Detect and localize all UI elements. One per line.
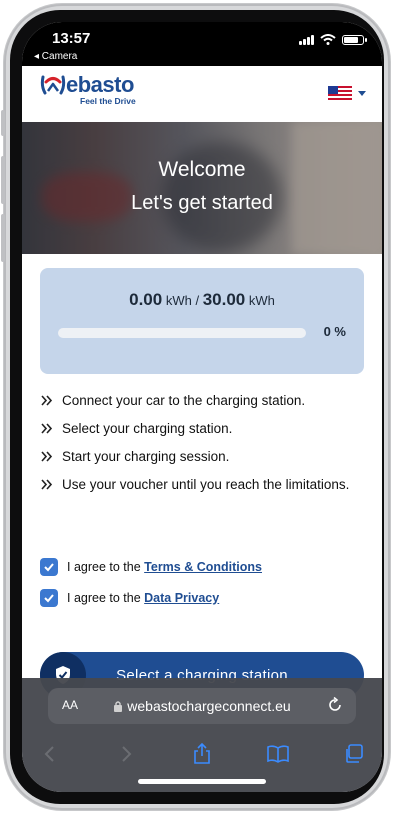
energy-card: 0.00 kWh / 30.00 kWh 0 % (40, 268, 364, 374)
step-text: Connect your car to the charging station… (62, 393, 306, 408)
url-text: webastochargeconnect.eu (127, 698, 291, 714)
volume-up-button (1, 156, 5, 204)
terms-agreement: I agree to the Terms & Conditions (40, 558, 262, 576)
list-item: Connect your car to the charging station… (40, 390, 350, 411)
energy-used-unit: kWh (165, 293, 192, 308)
energy-limit: 30.00 (202, 290, 246, 309)
clock: 13:57 (52, 30, 91, 47)
volume-down-button (1, 214, 5, 262)
share-icon[interactable] (190, 742, 214, 766)
energy-progress-bar (58, 328, 306, 338)
step-text: Select your charging station. (62, 421, 233, 436)
terms-prefix: I agree to the (67, 560, 141, 574)
cellular-signal-icon (299, 34, 314, 45)
checkmark-icon (44, 563, 54, 572)
battery-icon (342, 34, 367, 45)
privacy-prefix: I agree to the (67, 591, 141, 605)
status-bar: 13:57 ◂ Camera (22, 22, 382, 66)
lock-icon (114, 701, 123, 712)
language-selector[interactable] (328, 86, 366, 100)
brand-tagline: Feel the Drive (80, 96, 136, 106)
wifi-icon (320, 34, 336, 45)
main-content: 0.00 kWh / 30.00 kWh 0 % Connect your ca… (22, 254, 382, 698)
app-header: ebasto Feel the Drive (22, 66, 382, 122)
privacy-agreement: I agree to the Data Privacy (40, 589, 219, 607)
list-item: Start your charging session. (40, 446, 350, 467)
terms-checkbox[interactable] (40, 558, 58, 576)
browser-nav-bar (22, 734, 382, 774)
home-indicator[interactable] (138, 779, 266, 784)
step-text: Start your charging session. (62, 449, 230, 464)
webasto-w-logo-icon (40, 75, 66, 95)
hero-banner: Welcome Let's get started (22, 122, 382, 254)
chevron-down-icon (358, 90, 366, 96)
energy-used: 0.00 (129, 290, 163, 309)
list-item: Select your charging station. (40, 418, 350, 439)
screen: 13:57 ◂ Camera ebasto Feel the Drive Wel… (22, 22, 382, 792)
double-chevron-right-icon (41, 423, 53, 434)
hero-subtitle: Let's get started (131, 192, 273, 214)
double-chevron-right-icon (41, 395, 53, 406)
hero-title: Welcome (158, 158, 246, 181)
us-flag-icon (328, 86, 352, 100)
privacy-link[interactable]: Data Privacy (144, 591, 219, 605)
forward-icon[interactable] (114, 742, 138, 766)
list-item: Use your voucher until you reach the lim… (40, 474, 350, 495)
back-to-app-link[interactable]: ◂ Camera (34, 51, 77, 62)
address-bar[interactable]: AA webastochargeconnect.eu (48, 688, 356, 724)
brand-name: ebasto (66, 72, 134, 97)
reload-icon[interactable] (326, 696, 344, 714)
webasto-logo[interactable]: ebasto Feel the Drive (40, 72, 136, 106)
url-display[interactable]: webastochargeconnect.eu (48, 698, 356, 714)
tabs-icon[interactable] (342, 742, 366, 766)
energy-percent: 0 % (323, 324, 346, 339)
terms-link[interactable]: Terms & Conditions (144, 560, 262, 574)
step-text: Use your voucher until you reach the lim… (62, 477, 350, 492)
browser-toolbar: AA webastochargeconnect.eu (22, 678, 382, 792)
instruction-list: Connect your car to the charging station… (40, 390, 350, 502)
back-icon[interactable] (38, 742, 62, 766)
double-chevron-right-icon (41, 451, 53, 462)
privacy-checkbox[interactable] (40, 589, 58, 607)
energy-separator: / (195, 293, 200, 308)
mute-switch (1, 110, 5, 136)
energy-limit-unit: kWh (248, 293, 275, 308)
bookmarks-icon[interactable] (266, 742, 290, 766)
energy-summary: 0.00 kWh / 30.00 kWh (40, 290, 364, 310)
checkmark-icon (44, 594, 54, 603)
status-icons (299, 34, 367, 45)
double-chevron-right-icon (41, 479, 53, 490)
